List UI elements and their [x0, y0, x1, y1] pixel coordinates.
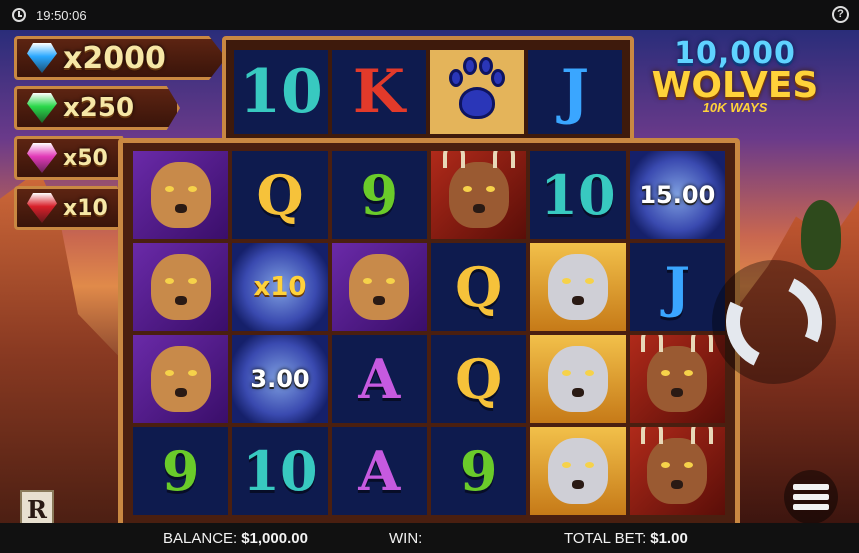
symbol-text: 9: [459, 439, 498, 503]
footer-bar: BALANCE: $1,000.00 WIN: TOTAL BET: $1.00: [0, 523, 859, 553]
deer-symbol-cell: [629, 335, 725, 423]
top-reel-cell: [430, 50, 524, 134]
symbol-text: A: [358, 347, 401, 411]
symbol-cell: A: [331, 335, 427, 423]
paw-icon: [445, 57, 509, 127]
moon-value: 3.00: [250, 365, 310, 393]
total-bet-value: $1.00: [650, 530, 688, 547]
wolf-symbol-cell: [530, 335, 626, 423]
moon-value: x10: [253, 272, 307, 302]
deer-icon: [442, 151, 515, 228]
symbol-text: A: [358, 439, 401, 503]
total-bet-display: TOTAL BET: $1.00: [564, 530, 688, 547]
puma-symbol-cell: [133, 335, 229, 423]
top-reel-cell: 10: [234, 50, 328, 134]
symbol-text: J: [560, 57, 590, 127]
multiplier-value: x2000: [63, 40, 166, 76]
symbol-text: Q: [455, 255, 503, 319]
top-reel-cell: J: [528, 50, 622, 134]
symbol-text: J: [664, 255, 691, 319]
symbol-text: 9: [161, 439, 200, 503]
balance-value: $1,000.00: [241, 530, 308, 547]
moon-cash-cell: 15.00: [629, 151, 725, 239]
menu-button[interactable]: [784, 470, 838, 523]
moon-cash-cell: x10: [232, 243, 328, 331]
clock-icon: [12, 8, 26, 22]
game-logo: 10,000 WOLVES 10K WAYS: [640, 36, 830, 136]
symbol-text: Q: [455, 347, 503, 411]
reel-grid: Q 9 10 15.00 x10 Q J 3.00 A Q 9 10 A 9: [133, 151, 725, 515]
puma-icon: [150, 254, 211, 320]
game-scene: x2000 x250 x50 x10 10 K J 10,000 WOLVES …: [0, 30, 859, 523]
amethyst-icon: [27, 143, 57, 173]
total-bet-label: TOTAL BET:: [564, 530, 647, 547]
puma-icon: [349, 254, 410, 320]
multiplier-value: x50: [63, 145, 108, 171]
puma-symbol-cell: [133, 243, 229, 331]
spin-icon: [712, 260, 836, 384]
balance-display: BALANCE: $1,000.00: [163, 530, 308, 547]
ruby-icon: [27, 193, 57, 223]
wolf-symbol-cell: [530, 243, 626, 331]
moon-value: 15.00: [639, 181, 716, 209]
symbol-cell: 10: [530, 151, 626, 239]
reel-board: Q 9 10 15.00 x10 Q J 3.00 A Q 9 10 A 9: [118, 138, 740, 523]
symbol-cell: A: [331, 427, 427, 515]
status-bar: 19:50:06 ?: [0, 0, 859, 30]
tree: [801, 200, 841, 270]
deer-symbol-cell: [431, 151, 527, 239]
deer-icon: [641, 427, 714, 504]
symbol-cell: 10: [232, 427, 328, 515]
clock-time: 19:50:06: [36, 7, 87, 23]
wolf-icon: [547, 254, 608, 320]
spin-button[interactable]: [712, 260, 836, 384]
brand-logo: R: [20, 490, 54, 523]
symbol-cell: Q: [431, 243, 527, 331]
puma-icon: [150, 346, 211, 412]
diamond-icon: [27, 43, 57, 73]
multiplier-amethyst: x50: [14, 136, 132, 180]
multiplier-diamond: x2000: [14, 36, 226, 80]
wolf-symbol-cell: [530, 427, 626, 515]
puma-symbol-cell: [133, 151, 229, 239]
symbol-cell: Q: [232, 151, 328, 239]
symbol-text: 10: [242, 439, 318, 503]
top-reel-cell: K: [332, 50, 426, 134]
symbol-text: 10: [239, 57, 323, 127]
moon-cash-cell: 3.00: [232, 335, 328, 423]
balance-label: BALANCE:: [163, 530, 238, 547]
win-label: WIN:: [389, 530, 423, 547]
puma-icon: [150, 162, 211, 228]
symbol-cell: 9: [133, 427, 229, 515]
deer-icon: [641, 335, 714, 412]
symbol-text: Q: [256, 163, 304, 227]
menu-icon: [793, 484, 829, 490]
help-icon[interactable]: ?: [832, 6, 849, 23]
symbol-text: K: [352, 57, 406, 127]
symbol-cell: 9: [431, 427, 527, 515]
symbol-cell: J: [629, 243, 725, 331]
multiplier-ruby: x10: [14, 186, 126, 230]
emerald-icon: [27, 93, 57, 123]
symbol-text: 10: [540, 163, 616, 227]
deer-symbol-cell: [629, 427, 725, 515]
multiplier-value: x250: [63, 93, 135, 123]
multiplier-emerald: x250: [14, 86, 180, 130]
top-reel: 10 K J: [222, 36, 634, 146]
wolf-icon: [547, 438, 608, 504]
symbol-cell: Q: [431, 335, 527, 423]
symbol-cell: 9: [331, 151, 427, 239]
symbol-text: 9: [360, 163, 399, 227]
puma-symbol-cell: [331, 243, 427, 331]
win-display: WIN:: [389, 530, 426, 547]
multiplier-value: x10: [63, 195, 108, 221]
wolf-icon: [547, 346, 608, 412]
